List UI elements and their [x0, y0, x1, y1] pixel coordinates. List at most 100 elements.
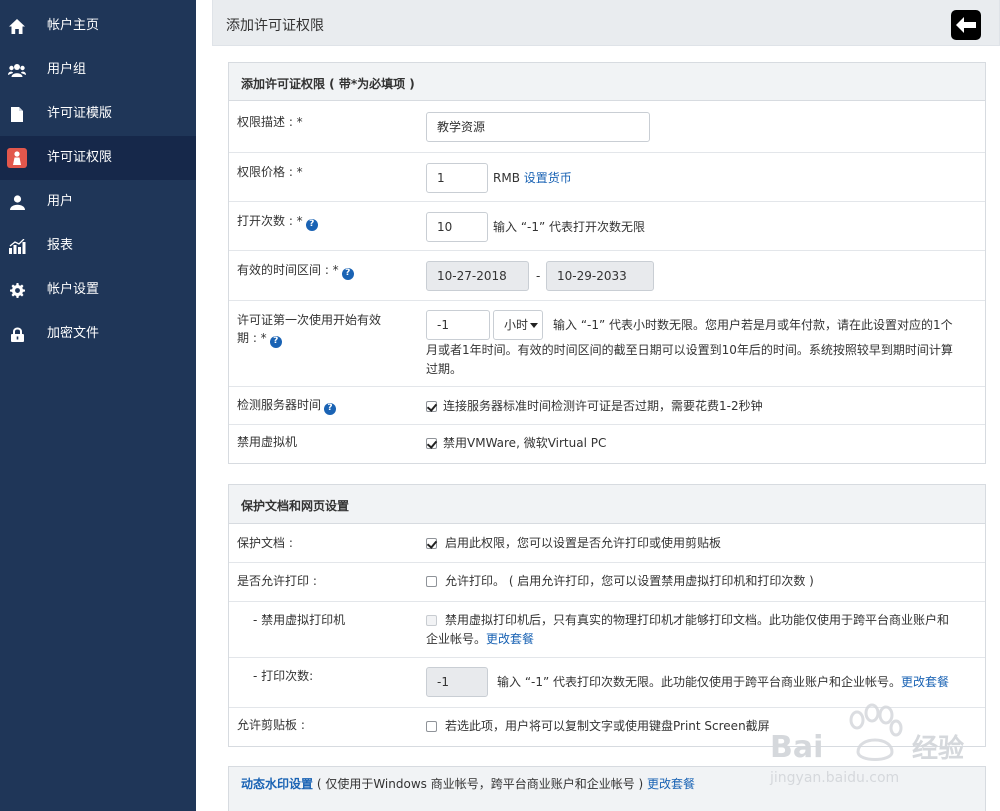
price-input[interactable]: 1	[426, 163, 488, 193]
sidebar-item-label: 帐户主页	[47, 18, 100, 33]
time-unit-select[interactable]: 小时	[493, 310, 543, 340]
sidebar-item-encrypt-file[interactable]: 加密文件	[0, 312, 196, 356]
virtual-printer-row: - 禁用虚拟打印机 禁用虚拟打印机后，只有真实的物理打印机才能够打印文档。此功能…	[229, 602, 985, 658]
valid-range-row: 有效的时间区间 : *? 10-27-2018 - 10-29-2033	[229, 251, 985, 301]
vm-text: 禁用VMWare, 微软Virtual PC	[443, 436, 607, 450]
allow-print-checkbox[interactable]	[426, 576, 437, 587]
description-label: 权限描述 : *	[237, 115, 303, 129]
dynamic-watermark-link[interactable]: 动态水印设置	[241, 777, 313, 791]
back-arrow-icon	[956, 17, 976, 33]
panel-title: 保护文档和网页设置	[241, 499, 350, 513]
first-use-label-line2: 期 : *	[237, 331, 267, 345]
virtual-printer-text-line2: 企业帐号。	[426, 632, 487, 646]
page-header: 添加许可证权限	[212, 0, 1000, 46]
user-group-icon	[6, 59, 28, 81]
license-icon	[6, 147, 28, 169]
change-plan-link[interactable]: 更改套餐	[901, 675, 949, 689]
panel-header: 保护文档和网页设置	[229, 485, 985, 524]
allow-print-row: 是否允许打印 : 允许打印。 ( 启用允许打印，您可以设置禁用虚拟打印机和打印次…	[229, 563, 985, 602]
change-plan-link[interactable]: 更改套餐	[486, 632, 534, 646]
allow-print-text: 允许打印。 ( 启用允许打印，您可以设置禁用虚拟打印机和打印次数 )	[445, 574, 814, 588]
license-permission-panel: 添加许可证权限 ( 带*为必填项 ) 权限描述 : * 教学资源 权限价格 : …	[228, 62, 986, 464]
disable-vm-checkbox[interactable]	[426, 438, 437, 449]
print-count-label: - 打印次数:	[253, 669, 314, 683]
sidebar-item-label: 许可证模版	[47, 106, 113, 121]
first-use-row: 许可证第一次使用开始有效 期 : *? -1 小时 输入 “-1” 代表小时数无…	[229, 301, 985, 387]
server-time-label: 检测服务器时间	[237, 398, 322, 412]
report-icon	[6, 235, 28, 257]
sidebar-item-label: 用户组	[47, 62, 87, 77]
vm-label: 禁用虚拟机	[237, 435, 298, 449]
help-icon[interactable]: ?	[305, 218, 318, 231]
panel-title: 添加许可证权限 ( 带*为必填项 )	[241, 77, 415, 91]
first-use-label-line2-wrap: 期 : *?	[237, 329, 282, 348]
help-icon[interactable]: ?	[341, 267, 354, 280]
set-currency-link[interactable]: 设置货币	[524, 171, 572, 185]
currency-unit: RMB	[493, 171, 520, 185]
server-time-row: 检测服务器时间? 连接服务器标准时间检测许可证是否过期，需要花费1-2秒钟	[229, 387, 985, 425]
dynamic-watermark-note: ( 仅使用于Windows 商业帐号，跨平台商业账户和企业帐号 )	[313, 777, 648, 791]
sidebar-item-reports[interactable]: 报表	[0, 224, 196, 268]
home-icon	[6, 15, 28, 37]
open-count-input[interactable]: 10	[426, 212, 488, 242]
protect-text: 启用此权限，您可以设置是否允许打印或使用剪贴板	[445, 536, 722, 550]
help-icon[interactable]: ?	[269, 335, 282, 348]
first-use-hint-line1: 输入 “-1” 代表小时数无限。您用户若是月或年付款，请在此设置对应的1个	[553, 318, 953, 332]
server-time-text: 连接服务器标准时间检测许可证是否过期，需要花费1-2秒钟	[443, 399, 763, 413]
protect-checkbox[interactable]	[426, 538, 437, 549]
protect-row: 保护文档 : 启用此权限，您可以设置是否允许打印或使用剪贴板	[229, 524, 985, 563]
clipboard-row: 允许剪贴板 : 若选此项，用户将可以复制文字或使用键盘Print Screen截…	[229, 708, 985, 746]
sidebar-item-users[interactable]: 用户	[0, 180, 196, 224]
dynamic-watermark-panel: 动态水印设置 ( 仅使用于Windows 商业帐号，跨平台商业账户和企业帐号 )…	[228, 766, 986, 811]
sidebar-item-user-group[interactable]: 用户组	[0, 48, 196, 92]
first-use-input[interactable]: -1	[426, 310, 490, 340]
protect-document-panel: 保护文档和网页设置 保护文档 : 启用此权限，您可以设置是否允许打印或使用剪贴板…	[228, 484, 986, 747]
sidebar-item-label: 许可证权限	[47, 150, 113, 165]
sidebar-item-license-permission[interactable]: 许可证权限	[0, 136, 196, 180]
description-row: 权限描述 : * 教学资源	[229, 101, 985, 153]
price-label: 权限价格 : *	[237, 165, 303, 179]
first-use-hint-line3: 过期。	[426, 362, 463, 376]
page-title: 添加许可证权限	[226, 18, 324, 34]
protect-label: 保护文档 :	[237, 536, 293, 550]
back-button[interactable]	[951, 10, 981, 40]
price-row: 权限价格 : * 1 RMB 设置货币	[229, 153, 985, 202]
panel-header: 添加许可证权限 ( 带*为必填项 )	[229, 63, 985, 101]
panel-header: 动态水印设置 ( 仅使用于Windows 商业帐号，跨平台商业账户和企业帐号 )…	[229, 767, 985, 811]
virtual-printer-checkbox[interactable]	[426, 615, 437, 626]
time-unit-value: 小时	[504, 318, 529, 332]
valid-range-label: 有效的时间区间 : *	[237, 263, 339, 277]
valid-end-date[interactable]: 10-29-2033	[546, 261, 654, 291]
change-plan-link[interactable]: 更改套餐	[647, 777, 695, 791]
valid-start-date[interactable]: 10-27-2018	[426, 261, 529, 291]
main-content: 添加许可证权限 添加许可证权限 ( 带*为必填项 ) 权限描述 : * 教学资源…	[212, 0, 1000, 811]
print-count-row: - 打印次数: -1 输入 “-1” 代表打印次数无限。此功能仅使用于跨平台商业…	[229, 658, 985, 708]
print-count-input[interactable]: -1	[426, 667, 488, 697]
clipboard-checkbox[interactable]	[426, 721, 437, 732]
server-time-label-wrap: 检测服务器时间?	[237, 396, 337, 415]
chevron-down-icon	[530, 323, 538, 328]
sidebar-item-account-home[interactable]: 帐户主页	[0, 4, 196, 48]
sidebar-item-label: 报表	[47, 238, 74, 253]
virtual-printer-label: - 禁用虚拟打印机	[253, 613, 346, 627]
clipboard-text: 若选此项，用户将可以复制文字或使用键盘Print Screen截屏	[445, 719, 770, 733]
open-count-hint: 输入 “-1” 代表打开次数无限	[493, 220, 646, 234]
document-icon	[6, 103, 28, 125]
lock-icon	[6, 323, 28, 345]
open-count-row: 打开次数 : *? 10 输入 “-1” 代表打开次数无限	[229, 202, 985, 251]
allow-print-label: 是否允许打印 :	[237, 574, 317, 588]
virtual-printer-text-line1: 禁用虚拟打印机后，只有真实的物理打印机才能够打印文档。此功能仅使用于跨平台商业账…	[445, 613, 950, 627]
sidebar: 帐户主页 用户组 许可证模版 许可证权限 用户 报表 帐户设置 加密文件	[0, 0, 196, 811]
date-separator: -	[536, 269, 541, 283]
open-count-label: 打开次数 : *	[237, 214, 303, 228]
sidebar-item-license-template[interactable]: 许可证模版	[0, 92, 196, 136]
description-input[interactable]: 教学资源	[426, 112, 650, 142]
print-count-hint: 输入 “-1” 代表打印次数无限。此功能仅使用于跨平台商业账户和企业帐号。	[497, 675, 902, 689]
help-icon[interactable]: ?	[324, 402, 337, 415]
open-count-label-wrap: 打开次数 : *?	[237, 212, 318, 231]
first-use-label-line1: 许可证第一次使用开始有效	[237, 313, 382, 327]
server-time-checkbox[interactable]	[426, 401, 437, 412]
sidebar-item-account-settings[interactable]: 帐户设置	[0, 268, 196, 312]
valid-range-label-wrap: 有效的时间区间 : *?	[237, 261, 354, 280]
sidebar-item-label: 帐户设置	[47, 282, 100, 297]
